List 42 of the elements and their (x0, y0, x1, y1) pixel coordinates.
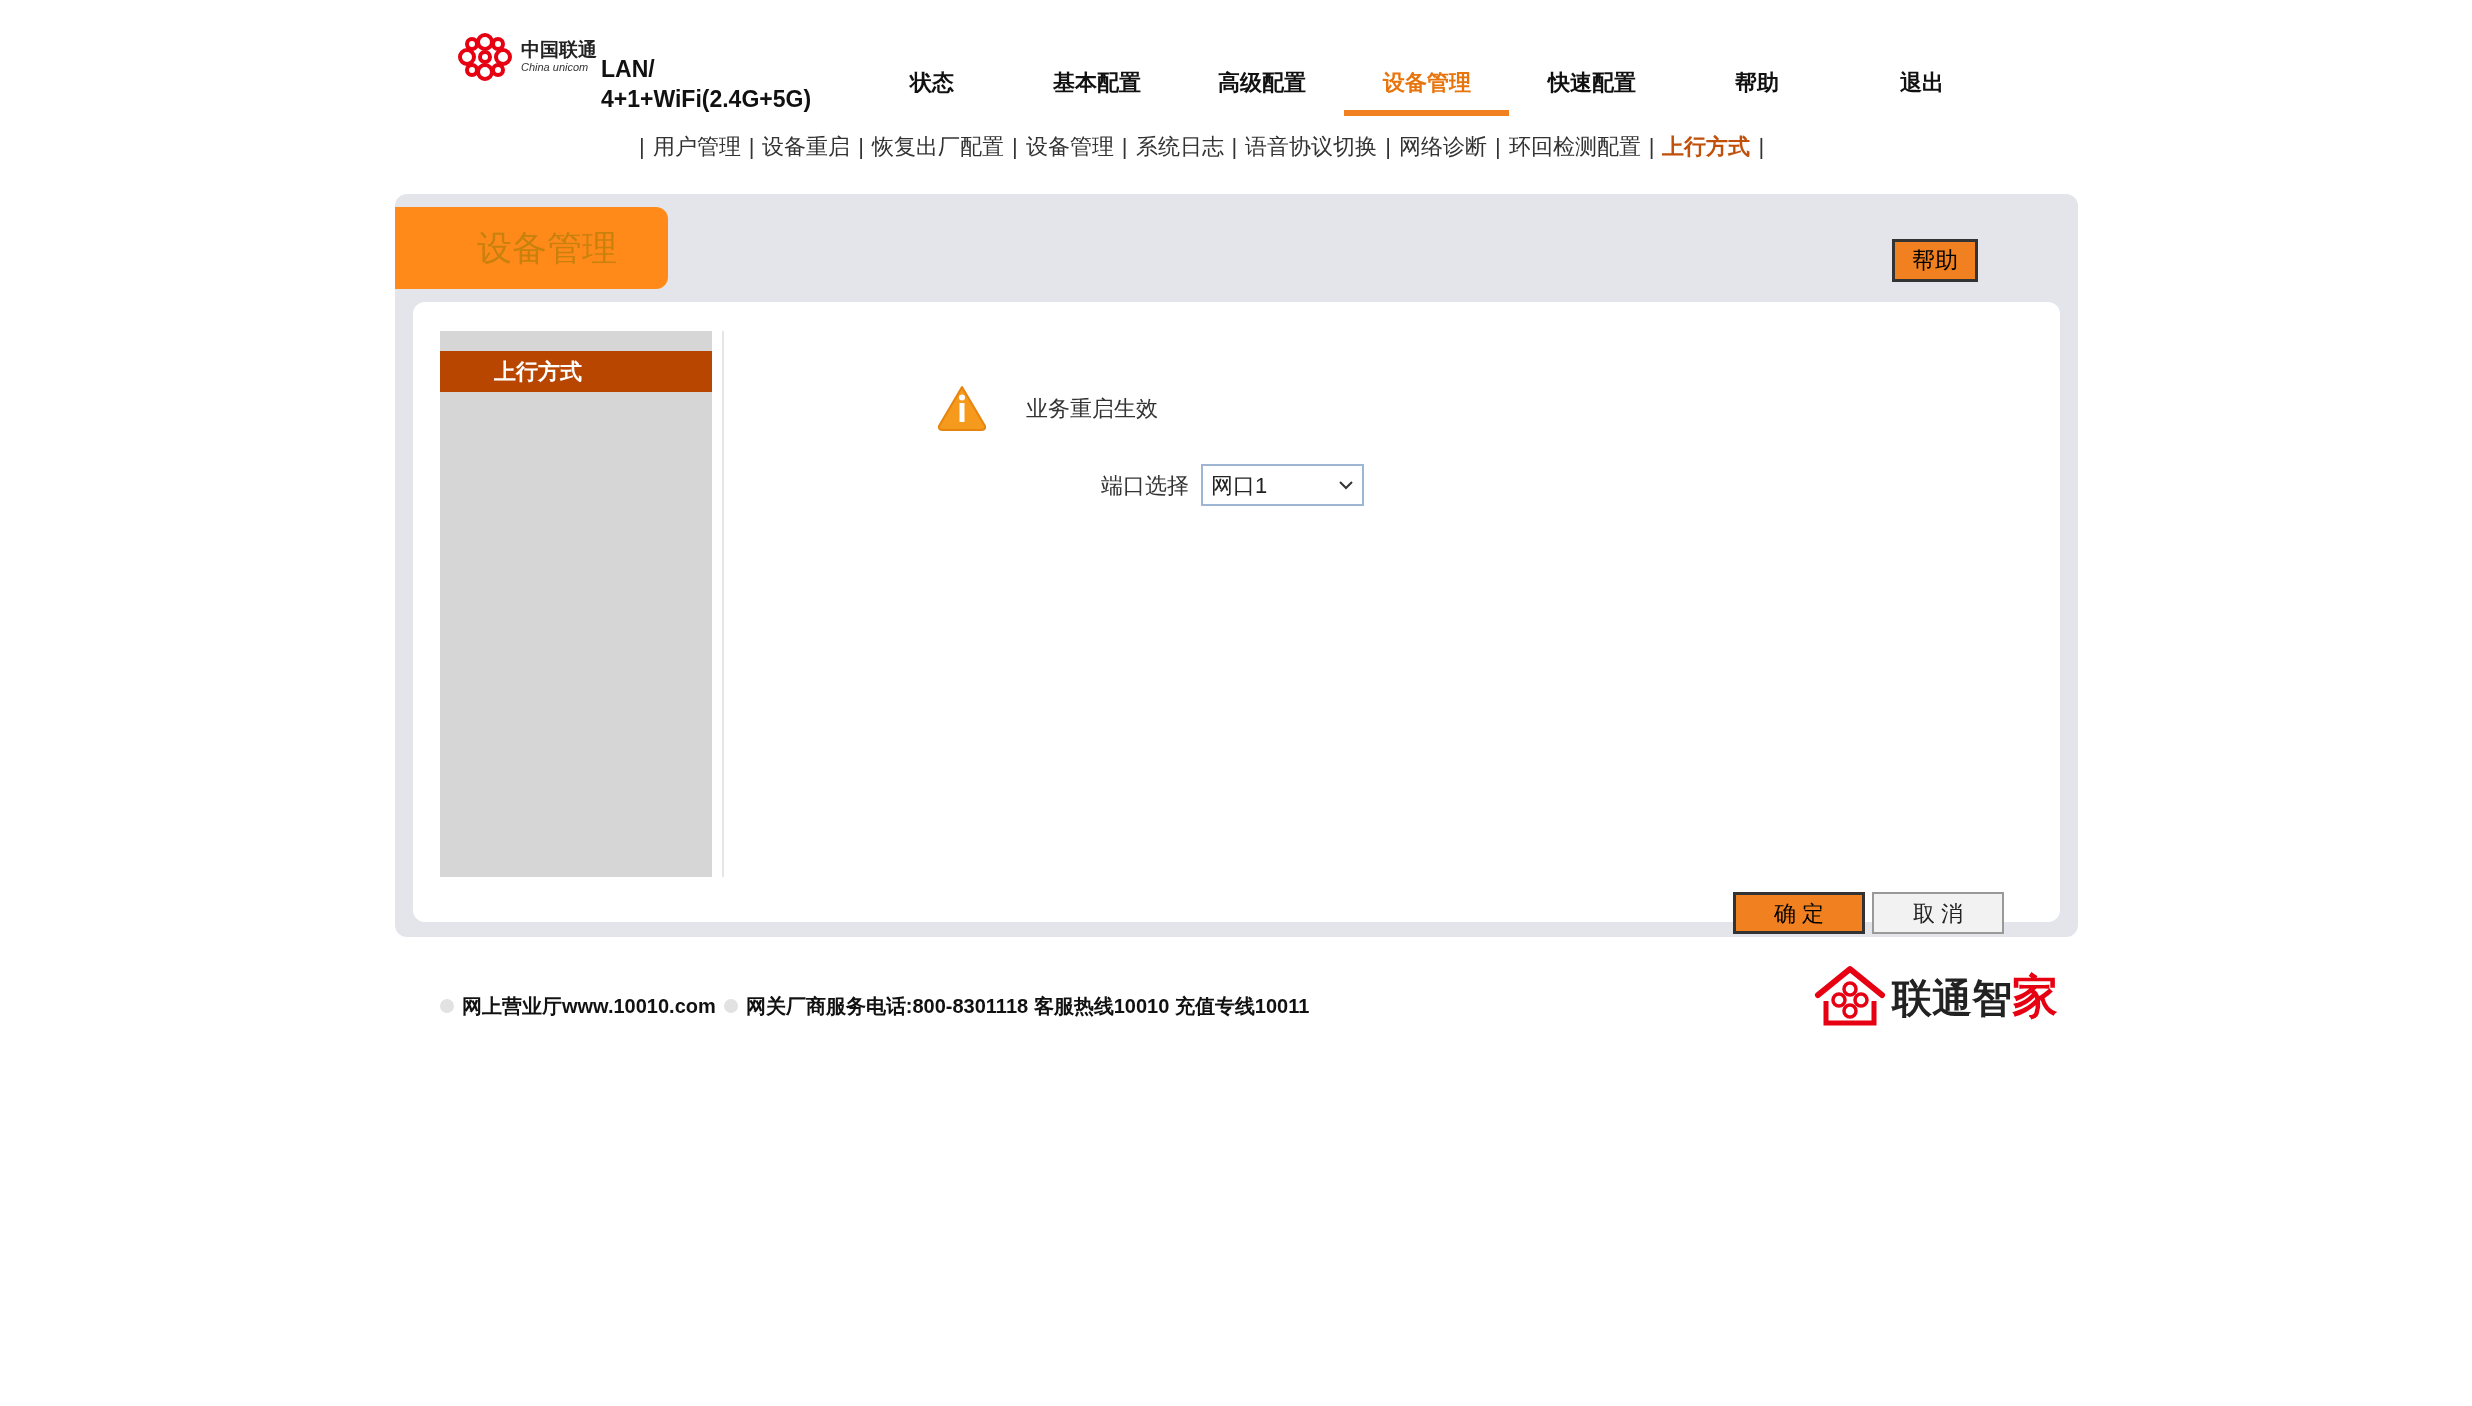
nav-tab[interactable]: 帮助 (1674, 66, 1840, 116)
subnav-link[interactable]: 环回检测配置 (1508, 129, 1641, 163)
product-name-line: LAN/ (601, 55, 656, 84)
logo-subtitle: China unicom (521, 61, 590, 73)
subnav-link[interactable]: 恢复出厂配置 (872, 129, 1005, 163)
brand-name: 联通智家 (1892, 973, 2058, 1019)
confirm-button[interactable]: 确 定 (1733, 892, 1865, 934)
subnav-link[interactable]: 系统日志 (1135, 129, 1224, 163)
notice-text: 业务重启生效 (1026, 394, 1158, 423)
separator: | (1012, 132, 1018, 161)
help-button[interactable]: 帮助 (1892, 239, 1978, 282)
separator: | (638, 132, 645, 161)
subnav-link[interactable]: 上行方式 (1662, 129, 1751, 163)
separator: | (1648, 132, 1655, 161)
warning-icon (936, 384, 988, 432)
separator: | (1758, 132, 1765, 161)
footer-text: 网关厂商服务电话:800-8301118 客服热线10010 充值专线10011 (745, 994, 1310, 1019)
cancel-button[interactable]: 取 消 (1872, 892, 2004, 934)
subnav-link[interactable]: 语音协议切换 (1245, 129, 1378, 163)
separator: | (1231, 132, 1238, 161)
house-knot-icon (1814, 965, 1886, 1027)
nav-tab[interactable]: 状态 (849, 66, 1015, 116)
chevron-down-icon (1338, 480, 1354, 490)
nav-tab[interactable]: 快速配置 (1509, 66, 1675, 116)
separator: | (858, 132, 865, 161)
nav-tab[interactable]: 基本配置 (1014, 66, 1180, 116)
subnav-link[interactable]: 网络诊断 (1398, 129, 1487, 163)
product-name-line: 4+1+WiFi(2.4G+5G) (601, 85, 812, 114)
separator: | (1385, 132, 1391, 161)
subnav-link[interactable]: 设备重启 (762, 129, 851, 163)
separator: | (1494, 132, 1501, 161)
sidebar-item[interactable]: 上行方式 (440, 351, 712, 392)
nav-tab[interactable]: 高级配置 (1179, 66, 1345, 116)
nav-tab[interactable]: 退出 (1839, 66, 2005, 116)
logo-title: 中国联通 (521, 39, 597, 59)
port-select[interactable]: 网口1 (1201, 464, 1364, 506)
separator: | (748, 132, 755, 161)
separator: | (1121, 132, 1128, 161)
subnav-link[interactable]: 设备管理 (1025, 129, 1114, 163)
port-select-label: 端口选择 (1101, 471, 1189, 500)
footer-text: 网上营业厅www.10010.com (462, 994, 716, 1019)
subnav-link[interactable]: 用户管理 (652, 129, 741, 163)
